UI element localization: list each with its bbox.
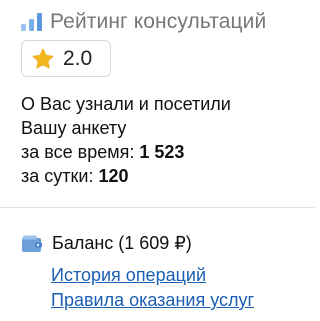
wallet-icon [22,235,42,252]
balance-label: Баланс (1 609 ₽) [52,233,192,253]
section-divider [0,207,315,208]
day-value: 120 [98,166,129,186]
rating-header: Рейтинг консультаций [21,10,266,34]
day-label: за сутки: [21,166,99,186]
stats-day: за сутки: 120 [21,164,231,188]
rating-value: 2.0 [63,46,93,70]
all-time-value: 1 523 [139,142,185,162]
all-time-label: за все время: [21,142,140,162]
star-icon [32,48,54,68]
stats-all-time: за все время: 1 523 [21,140,231,164]
visit-stats: О Вас узнали и посетили Вашу анкету за в… [21,92,231,188]
operations-history-link[interactable]: История операций [51,265,206,286]
rating-title: Рейтинг консультаций [50,10,267,33]
stats-line-2: Вашу анкету [21,118,127,138]
rating-badge: 2.0 [21,40,111,77]
consultations-panel: Рейтинг консультаций 2.0 О Вас узнали и … [0,0,315,321]
bar-chart-icon [21,13,42,31]
balance-row: Баланс (1 609 ₽) [21,233,192,254]
service-rules-link[interactable]: Правила оказания услуг [51,290,254,311]
stats-line-1: О Вас узнали и посетили [21,94,231,114]
